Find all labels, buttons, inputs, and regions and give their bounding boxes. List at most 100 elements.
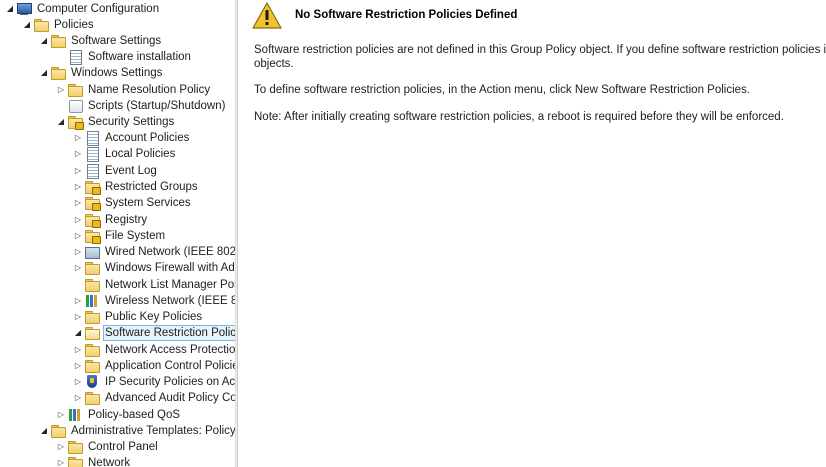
expand-arrow-icon[interactable]: ▷ (72, 390, 84, 406)
collapse-arrow-icon[interactable]: ◢ (21, 17, 33, 33)
tree-node-label: IP Security Policies on Activ (105, 376, 235, 388)
tree-node-event-log[interactable]: ▷ Event Log (72, 163, 159, 179)
collapse-arrow-icon[interactable]: ◢ (38, 423, 50, 439)
tree-node-software-settings[interactable]: ◢ Software Settings (38, 33, 163, 49)
expand-arrow-icon[interactable]: ▷ (72, 179, 84, 195)
tree-node-local-policies[interactable]: ▷ Local Policies (72, 146, 177, 162)
tree-node-software-installation[interactable]: Software installation (55, 49, 193, 65)
folder-icon (67, 456, 83, 467)
tree-node-policy-based-qos[interactable]: ▷ Policy-based QoS (55, 407, 182, 423)
tree-node-ip-security-policies[interactable]: ▷ IP Security Policies on Activ (72, 374, 235, 390)
tree-node-software-restriction-policies[interactable]: ◢ Software Restriction Policies (72, 325, 235, 341)
tree-node-label: System Services (105, 197, 191, 209)
security-folder-icon (84, 229, 101, 244)
tree-node-file-system[interactable]: ▷ File System (72, 228, 167, 244)
tree-node-policies[interactable]: ◢ Policies (21, 17, 96, 33)
expand-arrow-icon[interactable]: ▷ (72, 342, 84, 358)
tree-node-application-control-policies[interactable]: ▷ Application Control Policies (72, 358, 235, 374)
tree-node-label: Account Policies (105, 132, 190, 144)
tree-node-computer-configuration[interactable]: ◢ Computer Configuration (4, 1, 161, 17)
tree-node-label: Software Settings (71, 35, 162, 47)
expand-arrow-icon[interactable]: ▷ (55, 82, 67, 98)
tree-node-network-access-protection[interactable]: ▷ Network Access Protection (72, 342, 235, 358)
lock-icon (92, 187, 101, 195)
tree-node-label: Wired Network (IEEE 802.3) P (105, 246, 235, 258)
folder-icon (50, 34, 66, 48)
tree-node-account-policies[interactable]: ▷ Account Policies (72, 130, 191, 146)
tree-node-label: Network Access Protection (105, 344, 235, 356)
collapse-arrow-icon[interactable]: ◢ (38, 33, 50, 49)
tree-node-label: Local Policies (105, 148, 176, 160)
tree-node-label: Administrative Templates: Policy d (71, 425, 235, 437)
tree-node-label: Scripts (Startup/Shutdown) (88, 100, 226, 112)
tree-node-wireless-network[interactable]: ▷ Wireless Network (IEEE 802.1 (72, 293, 235, 309)
tree-node-public-key-policies[interactable]: ▷ Public Key Policies (72, 309, 204, 325)
computer-icon (16, 2, 32, 16)
tree-node-wired-network[interactable]: ▷ Wired Network (IEEE 802.3) P (72, 244, 235, 260)
lock-icon (92, 236, 101, 244)
tree-node-system-services[interactable]: ▷ System Services (72, 195, 193, 211)
expand-arrow-icon[interactable]: ▷ (72, 244, 84, 260)
collapse-arrow-icon[interactable]: ◢ (72, 325, 84, 341)
tree-node-network-list-manager[interactable]: Network List Manager Polic (72, 277, 235, 293)
expand-arrow-icon[interactable]: ▷ (72, 374, 84, 390)
tree-node-label: Computer Configuration (37, 3, 160, 15)
security-folder-icon (84, 180, 101, 195)
tree-node-label: Policies (54, 19, 94, 31)
tree-node-scripts[interactable]: Scripts (Startup/Shutdown) (55, 98, 227, 114)
folder-icon (50, 424, 66, 438)
folder-icon (84, 343, 100, 357)
policy-icon (84, 131, 100, 146)
tree-node-windows-settings[interactable]: ◢ Windows Settings (38, 65, 164, 81)
expand-arrow-icon[interactable]: ▷ (72, 163, 84, 179)
tree-node-label: Software Restriction Policies (103, 325, 235, 341)
shield-icon (84, 375, 100, 389)
tree-node-label: Security Settings (88, 116, 175, 128)
tree-node-label: Windows Settings (71, 67, 163, 79)
folder-icon (84, 310, 100, 324)
tree-node-label: Network (88, 457, 131, 467)
tree-node-registry[interactable]: ▷ Registry (72, 212, 149, 228)
security-folder-icon (67, 115, 84, 130)
tree-node-label: Windows Firewall with Adva (105, 262, 235, 274)
expand-arrow-icon[interactable]: ▷ (55, 407, 67, 423)
tree-node-administrative-templates[interactable]: ◢ Administrative Templates: Policy d (38, 423, 235, 439)
tree-node-label: Restricted Groups (105, 181, 198, 193)
folder-icon (67, 83, 83, 97)
expand-arrow-icon[interactable]: ▷ (72, 146, 84, 162)
expand-arrow-icon[interactable]: ▷ (72, 195, 84, 211)
expand-arrow-icon[interactable]: ▷ (72, 212, 84, 228)
tree-node-label: Software installation (88, 51, 191, 63)
tree-node-security-settings[interactable]: ◢ Security Settings (55, 114, 176, 130)
message-paragraph-1-continued: objects. (254, 58, 294, 70)
policy-icon (84, 147, 100, 162)
expand-arrow-icon[interactable]: ▷ (72, 358, 84, 374)
tree-node-name-resolution-policy[interactable]: ▷ Name Resolution Policy (55, 82, 212, 98)
expand-arrow-icon[interactable]: ▷ (72, 260, 84, 276)
qos-chart-icon (67, 408, 83, 422)
wireless-network-icon (84, 294, 100, 308)
tree-node-control-panel[interactable]: ▷ Control Panel (55, 439, 160, 455)
expand-arrow-icon[interactable]: ▷ (72, 130, 84, 146)
expand-arrow-icon[interactable]: ▷ (72, 293, 84, 309)
folder-icon (84, 278, 100, 292)
expand-arrow-icon[interactable]: ▷ (55, 455, 67, 467)
tree-node-windows-firewall[interactable]: ▷ Windows Firewall with Adva (72, 260, 235, 276)
details-pane: No Software Restriction Policies Defined… (238, 0, 826, 467)
tree-node-label: Control Panel (88, 441, 158, 453)
tree-node-label: Wireless Network (IEEE 802.1 (105, 295, 235, 307)
lock-icon (92, 203, 101, 211)
collapse-arrow-icon[interactable]: ◢ (55, 114, 67, 130)
tree-node-restricted-groups[interactable]: ▷ Restricted Groups (72, 179, 200, 195)
scripts-icon (67, 99, 83, 113)
expand-arrow-icon[interactable]: ▷ (55, 439, 67, 455)
collapse-arrow-icon[interactable]: ◢ (38, 65, 50, 81)
message-paragraph-1: Software restriction policies are not de… (254, 44, 826, 56)
collapse-arrow-icon[interactable]: ◢ (4, 1, 16, 17)
expand-arrow-icon[interactable]: ▷ (72, 228, 84, 244)
console-tree: ◢ Computer Configuration ◢ Policies ◢ So… (0, 0, 235, 467)
expand-arrow-icon[interactable]: ▷ (72, 309, 84, 325)
tree-node-advanced-audit-policy[interactable]: ▷ Advanced Audit Policy Con (72, 390, 235, 406)
wired-network-icon (84, 245, 100, 259)
tree-node-network[interactable]: ▷ Network (55, 455, 132, 467)
